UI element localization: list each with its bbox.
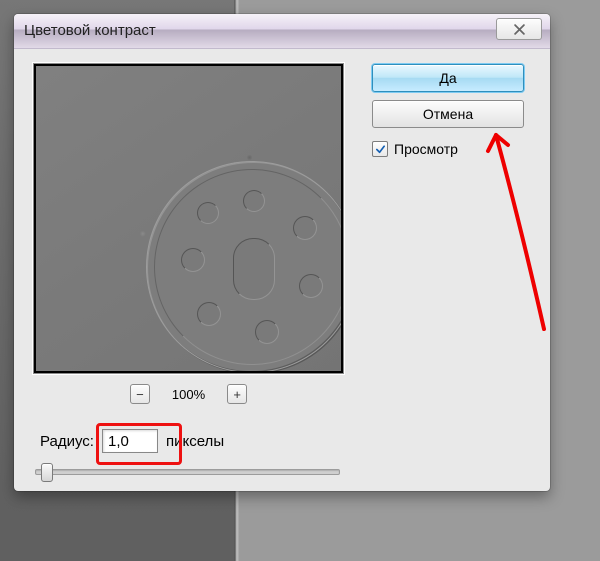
ok-button-label: Да [439, 70, 456, 86]
annotation-arrow [482, 113, 550, 333]
preview-frame [33, 63, 344, 374]
titlebar[interactable]: Цветовой контраст [14, 14, 550, 49]
preview-image[interactable] [36, 66, 341, 371]
zoom-out-button[interactable]: − [130, 384, 150, 404]
radius-unit: пикселы [166, 433, 224, 450]
cancel-button-label: Отмена [423, 106, 473, 122]
cancel-button[interactable]: Отмена [372, 100, 524, 128]
ok-button[interactable]: Да [372, 64, 524, 92]
plus-icon: + [233, 388, 241, 401]
dialog-title: Цветовой контраст [24, 22, 156, 39]
radius-slider[interactable] [35, 462, 340, 480]
preview-checkbox-label: Просмотр [394, 141, 458, 157]
check-icon [375, 144, 386, 155]
radius-input-wrap [102, 429, 158, 453]
zoom-controls: − 100% + [33, 381, 344, 407]
dialog-content: − 100% + Радиус: пикселы Да Отмена [14, 49, 550, 491]
high-pass-dialog: Цветовой контраст [14, 14, 550, 491]
preview-checkbox[interactable] [372, 141, 388, 157]
close-icon [514, 24, 525, 35]
radius-label: Радиус: [40, 433, 94, 450]
radius-input[interactable] [102, 429, 158, 453]
preview-disc-shape [146, 161, 341, 371]
slider-thumb[interactable] [41, 463, 53, 482]
radius-row: Радиус: пикселы [40, 429, 224, 453]
slider-track [35, 469, 340, 475]
zoom-in-button[interactable]: + [227, 384, 247, 404]
zoom-level: 100% [172, 387, 205, 402]
close-button[interactable] [496, 18, 542, 40]
minus-icon: − [136, 388, 144, 401]
preview-checkbox-row: Просмотр [372, 141, 458, 157]
